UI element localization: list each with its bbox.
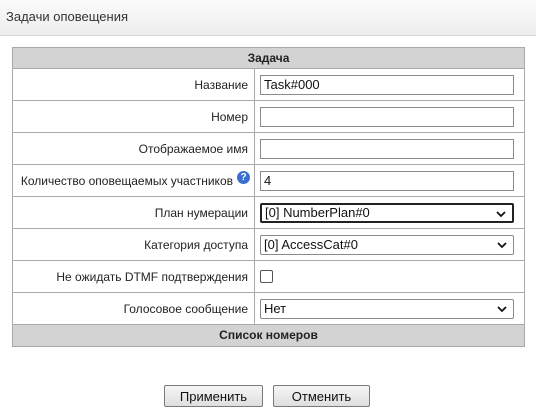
voice-message-label: Голосовое сообщение	[13, 293, 255, 324]
no-dtmf-label: Не ожидать DTMF подтверждения	[13, 261, 255, 292]
chevron-down-icon	[497, 241, 507, 248]
apply-button[interactable]: Применить	[164, 385, 263, 407]
cancel-button[interactable]: Отменить	[273, 385, 370, 407]
number-input[interactable]	[260, 106, 514, 127]
numbers-list-header: Список номеров	[13, 325, 524, 346]
row-number: Номер	[13, 101, 524, 133]
window-title: Задачи оповещения	[6, 9, 129, 24]
row-name: Название	[13, 69, 524, 101]
help-icon[interactable]: ?	[237, 171, 250, 184]
number-label: Номер	[13, 101, 255, 132]
chevron-down-icon	[497, 305, 507, 312]
row-voice-message: Голосовое сообщение Нет	[13, 293, 524, 325]
numbering-plan-select[interactable]: [0] NumberPlan#0	[260, 202, 514, 223]
row-display-name: Отображаемое имя	[13, 133, 524, 165]
participants-label: Количество оповещаемых участников	[20, 173, 233, 188]
section-header: Задача	[13, 48, 524, 69]
chevron-down-icon	[496, 210, 506, 217]
row-participants: Количество оповещаемых участников ?	[13, 165, 524, 197]
name-label: Название	[13, 69, 255, 100]
participants-input[interactable]	[260, 170, 514, 191]
access-category-select[interactable]: [0] AccessCat#0	[260, 234, 514, 255]
row-numbering-plan: План нумерации [0] NumberPlan#0	[13, 197, 524, 229]
display-name-input[interactable]	[260, 138, 514, 159]
window-titlebar: Задачи оповещения	[0, 0, 536, 36]
numbering-plan-label: План нумерации	[13, 197, 255, 228]
task-form: Задача Название Номер Отображаемое имя К…	[12, 47, 525, 347]
access-category-label: Категория доступа	[13, 229, 255, 260]
name-input[interactable]	[260, 74, 514, 95]
no-dtmf-checkbox[interactable]	[260, 270, 273, 283]
display-name-label: Отображаемое имя	[13, 133, 255, 164]
voice-message-value: Нет	[264, 301, 287, 316]
voice-message-select[interactable]: Нет	[260, 298, 514, 319]
row-no-dtmf: Не ожидать DTMF подтверждения	[13, 261, 524, 293]
access-category-value: [0] AccessCat#0	[264, 237, 358, 252]
numbering-plan-value: [0] NumberPlan#0	[265, 205, 370, 220]
row-access-category: Категория доступа [0] AccessCat#0	[13, 229, 524, 261]
